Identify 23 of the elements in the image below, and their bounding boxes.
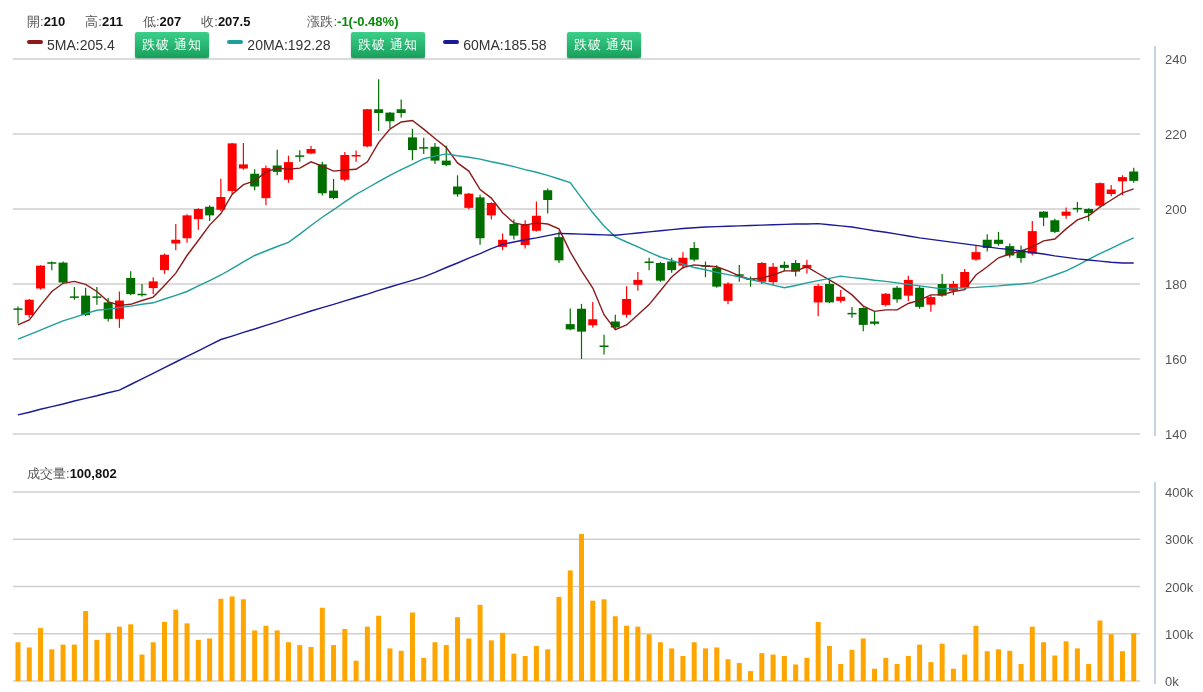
axis-label: 300k bbox=[1165, 532, 1194, 548]
quote-text: 收:207.5 bbox=[201, 13, 251, 31]
axis-label: 100k bbox=[1165, 626, 1194, 642]
axis-label: 0k bbox=[1165, 674, 1179, 687]
axis-label: 200 bbox=[1165, 202, 1187, 217]
quote-text: 開:210 bbox=[27, 13, 66, 31]
volume-label: 成交量:100,802 bbox=[26, 465, 118, 482]
axis-label: 200k bbox=[1165, 579, 1194, 595]
axis-label: 400k bbox=[1165, 485, 1194, 500]
axis-label: 220 bbox=[1165, 127, 1187, 142]
axis-label: 140 bbox=[1165, 427, 1187, 441]
legend-label: 5MA:205.4 bbox=[47, 37, 115, 53]
quote-text: 高:211 bbox=[85, 13, 123, 31]
legend-label: 60MA:185.58 bbox=[463, 37, 547, 53]
axis-label: 160 bbox=[1165, 352, 1187, 367]
alert-button[interactable]: 跌破 通知 bbox=[566, 32, 642, 58]
quote-text: 漲跌:-1(-0.48%) bbox=[307, 13, 399, 31]
alert-button[interactable]: 跌破 通知 bbox=[350, 32, 426, 58]
alert-button[interactable]: 跌破 通知 bbox=[134, 32, 210, 58]
legend-label: 20MA:192.28 bbox=[247, 37, 331, 53]
quote-text: 低:207 bbox=[142, 13, 182, 31]
axis-label: 180 bbox=[1165, 277, 1187, 292]
axis-label: 240 bbox=[1165, 52, 1187, 67]
